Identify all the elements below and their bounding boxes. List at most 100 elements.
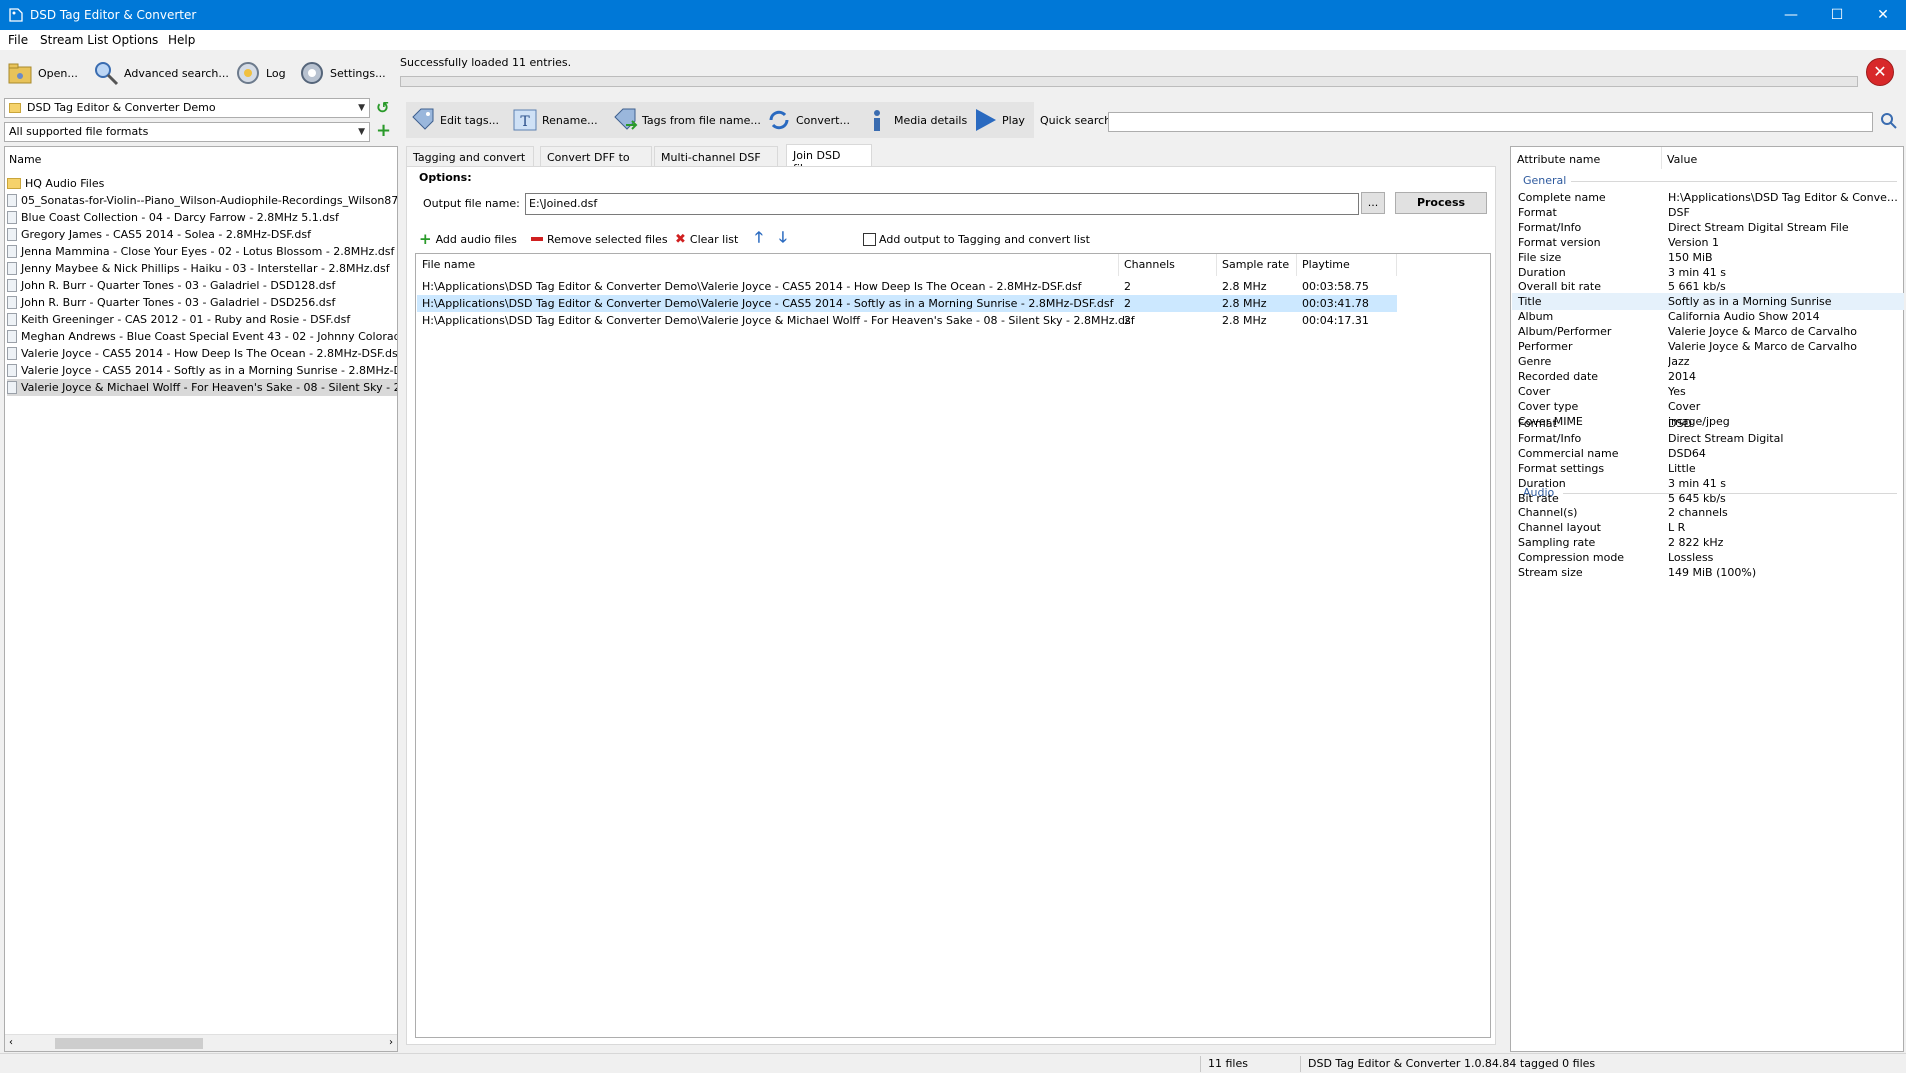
info-icon (874, 110, 880, 131)
list-item[interactable]: Valerie Joyce - CAS5 2014 - Softly as in… (7, 362, 397, 379)
app-icon (9, 8, 23, 22)
column-header-value: Value (1667, 153, 1698, 166)
tags-from-filename-button[interactable]: Tags from file name... (612, 106, 761, 134)
info-attribute: Album/Performer (1518, 325, 1612, 339)
open-button[interactable]: Open... (6, 56, 78, 90)
menu-help[interactable]: Help (168, 33, 195, 47)
section-general: General (1523, 174, 1567, 187)
settings-button[interactable]: Settings... (298, 56, 386, 90)
list-item[interactable]: Blue Coast Collection - 04 - Darcy Farro… (7, 209, 397, 226)
scroll-left-icon[interactable]: ‹ (9, 1037, 13, 1048)
column-header-playtime[interactable]: Playtime (1302, 258, 1350, 271)
refresh-icon[interactable]: ↺ (376, 98, 394, 118)
remove-selected-files-button[interactable]: Remove selected files (531, 229, 668, 249)
chevron-down-icon: ▼ (358, 103, 365, 113)
menu-stream-list[interactable]: Stream List (40, 33, 108, 47)
list-item-selected[interactable]: Valerie Joyce & Michael Wolff - For Heav… (7, 379, 397, 396)
table-row[interactable]: H:\Applications\DSD Tag Editor & Convert… (417, 312, 1397, 329)
file-icon (7, 296, 17, 309)
file-icon (7, 330, 17, 343)
info-value: 150 MiB (1668, 250, 1713, 264)
stop-icon[interactable]: ✕ (1866, 58, 1894, 86)
rename-button[interactable]: T Rename... (512, 106, 598, 134)
column-separator (1118, 254, 1119, 276)
file-icon (7, 381, 17, 394)
add-folder-icon[interactable]: + (376, 120, 394, 141)
quick-search-label: Quick search: (1040, 114, 1115, 127)
clear-list-button[interactable]: ✖ Clear list (675, 229, 738, 249)
info-attribute: Cover type (1518, 399, 1579, 413)
list-item[interactable]: John R. Burr - Quarter Tones - 03 - Gala… (7, 277, 397, 294)
edit-tags-button[interactable]: Edit tags... (410, 106, 499, 134)
convert-button[interactable]: Convert... (766, 106, 850, 134)
status-info: DSD Tag Editor & Converter 1.0.84.84 tag… (1308, 1057, 1596, 1070)
log-gear-icon (237, 62, 259, 84)
log-button[interactable]: Log (234, 56, 286, 90)
window-title: DSD Tag Editor & Converter (30, 8, 197, 22)
scrollbar-thumb[interactable] (55, 1038, 203, 1049)
info-row[interactable]: Stream size 149 MiB (100%) (1512, 564, 1904, 581)
list-item[interactable]: Jenny Maybee & Nick Phillips - Haiku - 0… (7, 260, 397, 277)
info-value: Yes (1668, 384, 1686, 398)
info-attribute: Compression mode (1518, 551, 1625, 565)
folder-combo[interactable]: DSD Tag Editor & Converter Demo ▼ (4, 98, 370, 118)
output-file-input[interactable]: E:\Joined.dsf (525, 193, 1359, 215)
info-value: 2 822 kHz (1668, 536, 1724, 550)
list-item[interactable]: HQ Audio Files (7, 175, 397, 192)
add-audio-files-button[interactable]: + Add audio files (419, 229, 517, 249)
add-output-checkbox[interactable] (863, 233, 876, 246)
horizontal-scrollbar[interactable]: ‹ › (5, 1034, 397, 1051)
info-attribute: Channel layout (1518, 521, 1601, 535)
move-up-icon[interactable]: 🡑 (755, 228, 763, 249)
menu-options[interactable]: Options (112, 33, 158, 47)
column-header-sample-rate[interactable]: Sample rate (1222, 258, 1289, 271)
advanced-search-button[interactable]: Advanced search... (92, 56, 229, 90)
main-toolbar: Open... Advanced search... Log Settings.… (0, 52, 396, 92)
info-attribute: Duration (1518, 265, 1566, 279)
info-value: 5 645 kb/s (1668, 491, 1726, 505)
info-value: Direct Stream Digital (1668, 431, 1784, 445)
tab-convert-dff[interactable]: Convert DFF to DSF (540, 146, 652, 177)
close-button[interactable]: ✕ (1860, 0, 1906, 30)
maximize-button[interactable]: ☐ (1814, 0, 1860, 30)
join-dsd-panel: Options: Output file name: E:\Joined.dsf… (406, 166, 1496, 1045)
remove-icon (531, 237, 543, 241)
list-item[interactable]: Keith Greeninger - CAS 2012 - 01 - Ruby … (7, 311, 397, 328)
info-value: 149 MiB (100%) (1668, 566, 1757, 579)
file-icon (7, 364, 17, 377)
scroll-right-icon[interactable]: › (389, 1037, 393, 1048)
info-attribute: Recorded date (1518, 369, 1599, 383)
info-value: Valerie Joyce & Marco de Carvalho (1668, 325, 1857, 339)
info-value: Direct Stream Digital Stream File (1668, 220, 1849, 234)
table-row-selected[interactable]: H:\Applications\DSD Tag Editor & Convert… (417, 295, 1397, 312)
column-header-channels[interactable]: Channels (1124, 258, 1175, 271)
menu-bar: File Stream List Options Help (0, 30, 1906, 50)
move-down-icon[interactable]: 🡓 (779, 228, 787, 249)
info-value: Lossless (1668, 551, 1714, 565)
tab-join-dsd[interactable]: Join DSD files (786, 144, 872, 175)
play-button[interactable]: Play (972, 106, 1025, 134)
minimize-button[interactable]: — (1768, 0, 1814, 30)
play-icon (976, 109, 996, 131)
quick-search-input[interactable] (1108, 112, 1873, 132)
column-header-file-name[interactable]: File name (422, 258, 475, 271)
tab-multichannel-mixer[interactable]: Multi-channel DSF mixer (654, 146, 778, 177)
list-item[interactable]: 05_Sonatas-for-Violin--Piano_Wilson-Audi… (7, 192, 397, 209)
list-item[interactable]: Meghan Andrews - Blue Coast Special Even… (7, 328, 397, 345)
search-icon[interactable] (1880, 112, 1898, 130)
browse-button[interactable]: ... (1361, 192, 1385, 214)
tab-tagging-convert[interactable]: Tagging and convert list (406, 146, 534, 177)
list-item[interactable]: John R. Burr - Quarter Tones - 03 - Gala… (7, 294, 397, 311)
info-value: L R (1668, 521, 1686, 535)
list-item[interactable]: Valerie Joyce - CAS5 2014 - How Deep Is … (7, 345, 397, 362)
info-value: 5 661 kb/s (1668, 280, 1726, 294)
table-row[interactable]: H:\Applications\DSD Tag Editor & Convert… (417, 278, 1397, 295)
menu-file[interactable]: File (8, 33, 28, 47)
process-button[interactable]: Process (1395, 192, 1487, 214)
file-icon (7, 313, 17, 326)
list-item[interactable]: Jenna Mammina - Close Your Eyes - 02 - L… (7, 243, 397, 260)
info-attribute: Duration (1518, 476, 1566, 490)
list-item[interactable]: Gregory James - CAS5 2014 - Solea - 2.8M… (7, 226, 397, 243)
media-details-button[interactable]: Media details (864, 106, 967, 134)
format-combo[interactable]: All supported file formats ▼ (4, 122, 370, 142)
